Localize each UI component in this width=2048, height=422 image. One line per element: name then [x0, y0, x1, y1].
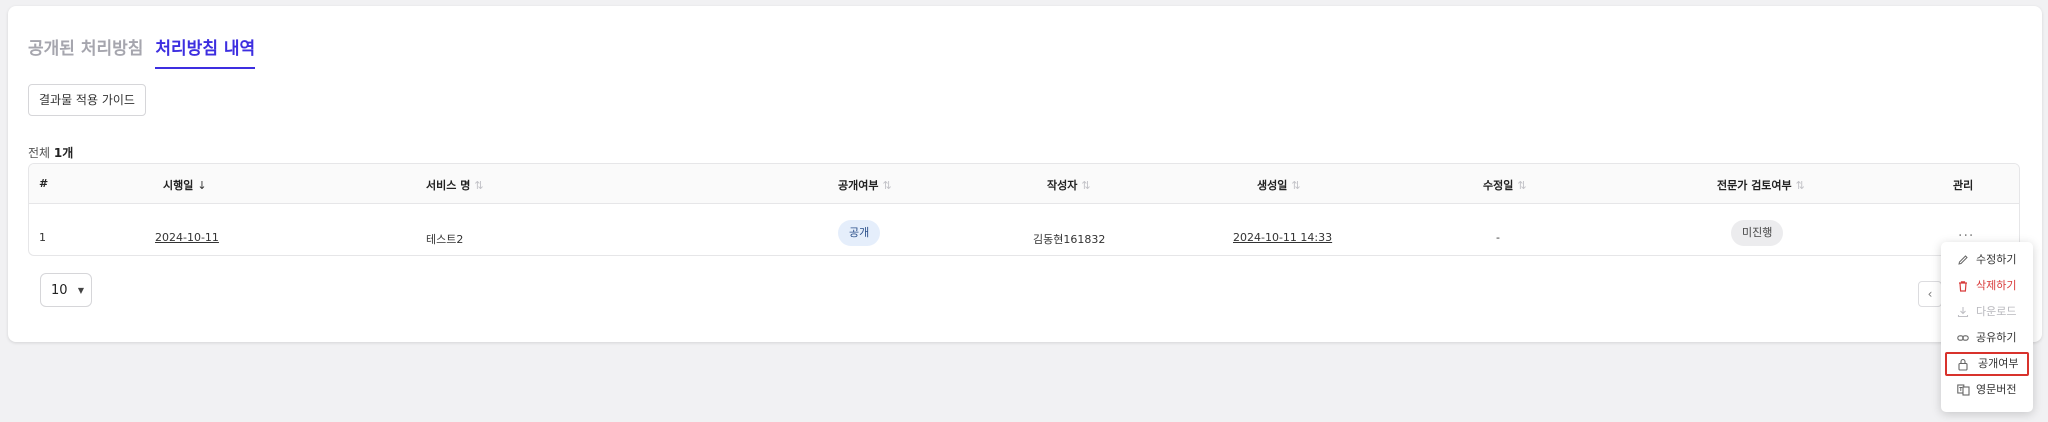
- author: 김동현161832: [1033, 233, 1106, 246]
- expert-review-badge: 미진행: [1731, 220, 1784, 246]
- effective-date-link[interactable]: 2024-10-11: [155, 231, 219, 244]
- sort-down-icon[interactable]: ↓: [197, 179, 206, 192]
- sort-icon[interactable]: ⇅: [1796, 179, 1805, 192]
- prev-page-button[interactable]: ‹: [1918, 281, 1942, 307]
- menu-item-delete[interactable]: 삭제하기: [1945, 274, 2029, 298]
- header-manage: 관리: [1953, 179, 1974, 192]
- header-expert-review[interactable]: 전문가 검토여부 ⇅: [1717, 177, 1805, 193]
- header-author[interactable]: 작성자 ⇅: [1047, 177, 1091, 193]
- result-guide-button[interactable]: 결과물 적용 가이드: [28, 84, 146, 116]
- sort-icon[interactable]: ⇅: [882, 179, 891, 192]
- row-index: 1: [39, 231, 46, 244]
- menu-item-share[interactable]: 공유하기: [1945, 326, 2029, 350]
- tab-policy-history[interactable]: 처리방침 내역: [155, 34, 256, 69]
- policy-table: # 시행일 ↓ 서비스 명 ⇅ 공개여부 ⇅ 작성자 ⇅ 생성일 ⇅ 수정일 ⇅ 전문가 검…: [28, 163, 2020, 256]
- policy-history-card: 공개된 처리방침 처리방침 내역 결과물 적용 가이드 전체 1개 # 시행일 ↓…: [8, 6, 2042, 342]
- tab-bar: 공개된 처리방침 처리방침 내역: [28, 34, 256, 69]
- header-effective-date[interactable]: 시행일 ↓: [163, 177, 207, 193]
- row-actions-menu: 수정하기 삭제하기 다운로드 공유하기 공개여부 영문버전: [1941, 242, 2033, 412]
- tab-published-policy[interactable]: 공개된 처리방침: [28, 34, 143, 69]
- header-service-name[interactable]: 서비스 명 ⇅: [426, 177, 484, 193]
- table-header: # 시행일 ↓ 서비스 명 ⇅ 공개여부 ⇅ 작성자 ⇅ 생성일 ⇅ 수정일 ⇅ 전문가 검…: [29, 164, 2019, 204]
- header-created[interactable]: 생성일 ⇅: [1257, 177, 1301, 193]
- visibility-badge: 공개: [838, 220, 881, 246]
- total-count: 전체 1개: [28, 144, 73, 161]
- header-modified[interactable]: 수정일 ⇅: [1483, 177, 1527, 193]
- translate-icon: [1957, 384, 1970, 396]
- menu-item-english[interactable]: 영문버전: [1945, 378, 2029, 402]
- sort-icon[interactable]: ⇅: [1081, 179, 1090, 192]
- caret-down-icon: ▼: [77, 286, 84, 295]
- sort-icon[interactable]: ⇅: [1291, 179, 1300, 192]
- menu-item-edit[interactable]: 수정하기: [1945, 248, 2029, 272]
- link-icon: [1957, 335, 1969, 341]
- total-count-value: 1개: [53, 146, 74, 160]
- page-size-select[interactable]: 10 ▼: [40, 273, 92, 307]
- header-visibility[interactable]: 공개여부 ⇅: [838, 177, 892, 193]
- download-icon: [1957, 307, 1969, 318]
- modified-date: -: [1496, 231, 1500, 244]
- trash-icon: [1959, 281, 1967, 292]
- page-size-value: 10: [51, 283, 68, 298]
- sort-icon[interactable]: ⇅: [474, 179, 483, 192]
- header-index: #: [39, 177, 49, 190]
- menu-item-download[interactable]: 다운로드: [1945, 300, 2029, 324]
- menu-item-visibility[interactable]: 공개여부: [1945, 352, 2029, 376]
- lock-icon: [1958, 358, 1968, 371]
- total-prefix: 전체: [28, 146, 51, 160]
- service-name: 테스트2: [426, 233, 464, 246]
- pencil-icon: [1958, 255, 1968, 265]
- created-date-link[interactable]: 2024-10-11 14:33: [1233, 231, 1332, 244]
- sort-icon[interactable]: ⇅: [1517, 179, 1526, 192]
